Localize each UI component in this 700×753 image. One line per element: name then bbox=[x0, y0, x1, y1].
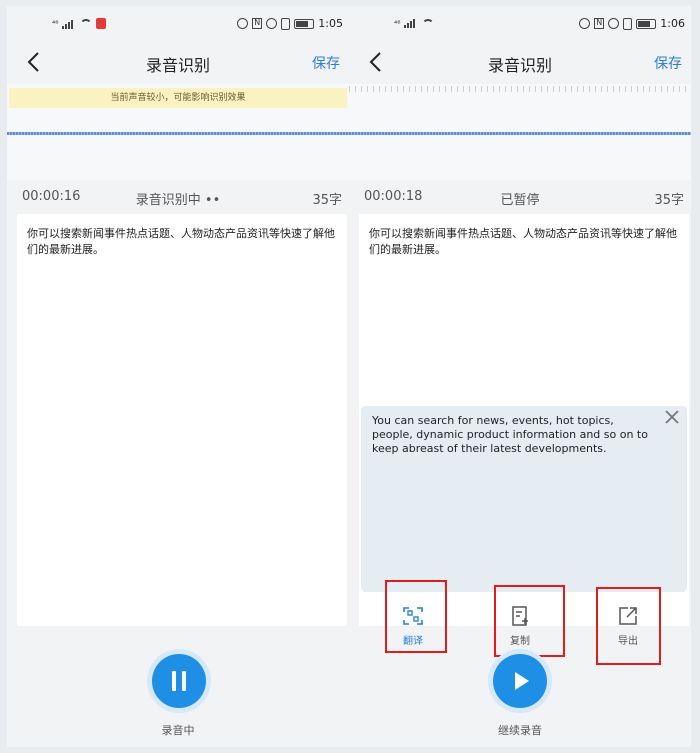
eye-icon bbox=[579, 18, 591, 29]
signal-icon bbox=[62, 19, 76, 29]
transcript-text[interactable]: 你可以搜索新闻事件热点话题、人物动态产品资讯等快速了解他们的最新进展。 bbox=[369, 226, 677, 258]
transcript-card: 你可以搜索新闻事件热点话题、人物动态产品资讯等快速了解他们的最新进展。 bbox=[17, 214, 347, 626]
export-icon bbox=[619, 607, 637, 625]
translate-icon bbox=[403, 607, 423, 625]
copy-label: 复制 bbox=[510, 636, 530, 647]
pause-button[interactable] bbox=[152, 654, 206, 708]
recording-state: 录音识别中 •• bbox=[135, 193, 221, 208]
character-count: 35字 bbox=[312, 193, 342, 208]
copy-button[interactable]: 复制 bbox=[492, 596, 548, 656]
recording-info-row: 00:00:16 录音识别中 •• 35字 bbox=[7, 180, 349, 214]
microphone-indicator-icon bbox=[96, 18, 107, 29]
save-button[interactable]: 保存 bbox=[654, 53, 682, 73]
page-title: 录音识别 bbox=[145, 56, 210, 75]
clock: 1:06 bbox=[660, 17, 685, 30]
resume-button[interactable] bbox=[493, 654, 547, 708]
pause-icon bbox=[172, 671, 186, 691]
waveform-area[interactable] bbox=[349, 84, 691, 180]
close-icon[interactable] bbox=[663, 408, 681, 426]
timeline-ticks bbox=[349, 86, 691, 92]
waveform bbox=[7, 132, 349, 135]
recording-status-label: 录音中 bbox=[161, 724, 195, 737]
vibrate-icon bbox=[623, 17, 633, 30]
alarm-icon bbox=[266, 18, 278, 29]
nfc-icon: N bbox=[594, 18, 605, 29]
translation-text[interactable]: You can search for news, events, hot top… bbox=[372, 414, 657, 456]
status-bar: ⁴⁶ N 1:05 bbox=[7, 6, 349, 40]
wifi-icon bbox=[80, 19, 93, 28]
alarm-icon bbox=[608, 18, 620, 29]
export-button[interactable]: 导出 bbox=[600, 596, 656, 656]
nav-bar: 录音识别 保存 bbox=[7, 40, 349, 84]
save-button[interactable]: 保存 bbox=[312, 53, 340, 73]
transcript-text[interactable]: 你可以搜索新闻事件热点话题、人物动态产品资讯等快速了解他们的最新进展。 bbox=[27, 226, 335, 258]
status-bar: ⁴⁶ N 1:06 bbox=[349, 6, 691, 40]
nfc-icon: N bbox=[252, 18, 263, 29]
battery-icon bbox=[636, 18, 657, 29]
nav-bar: 录音识别 保存 bbox=[349, 40, 691, 84]
recording-info-row: 00:00:18 已暂停 35字 bbox=[349, 180, 691, 214]
translation-panel: You can search for news, events, hot top… bbox=[361, 406, 687, 592]
paused-screen: ⁴⁶ N 1:06 录音识别 保存 00:00:18 已暂停 35字 你可以搜索… bbox=[349, 6, 691, 747]
clock: 1:05 bbox=[318, 17, 343, 30]
copy-icon bbox=[512, 606, 528, 626]
resume-label: 继续录音 bbox=[498, 724, 542, 737]
waveform-area: 当前声音较小，可能影响识别效果 bbox=[7, 84, 349, 180]
low-volume-notice: 当前声音较小，可能影响识别效果 bbox=[9, 88, 347, 108]
eye-icon bbox=[237, 18, 249, 29]
export-label: 导出 bbox=[618, 636, 638, 647]
wifi-icon bbox=[422, 18, 435, 28]
battery-icon bbox=[294, 18, 315, 29]
signal-icon bbox=[404, 18, 418, 28]
translate-button[interactable]: 翻译 bbox=[385, 596, 441, 656]
recording-screen: ⁴⁶ N 1:05 录音识别 保存 当前声音较小，可能影响识别效果 00:00:… bbox=[7, 6, 349, 747]
recording-state: 已暂停 bbox=[500, 193, 540, 208]
page-title: 录音识别 bbox=[487, 56, 552, 75]
waveform bbox=[349, 132, 691, 135]
translate-label: 翻译 bbox=[403, 636, 423, 647]
network-type-label: ⁴⁶ bbox=[394, 18, 401, 28]
character-count: 35字 bbox=[654, 193, 684, 208]
play-icon bbox=[515, 672, 529, 690]
vibrate-icon bbox=[281, 17, 291, 30]
network-type-label: ⁴⁶ bbox=[52, 19, 59, 28]
